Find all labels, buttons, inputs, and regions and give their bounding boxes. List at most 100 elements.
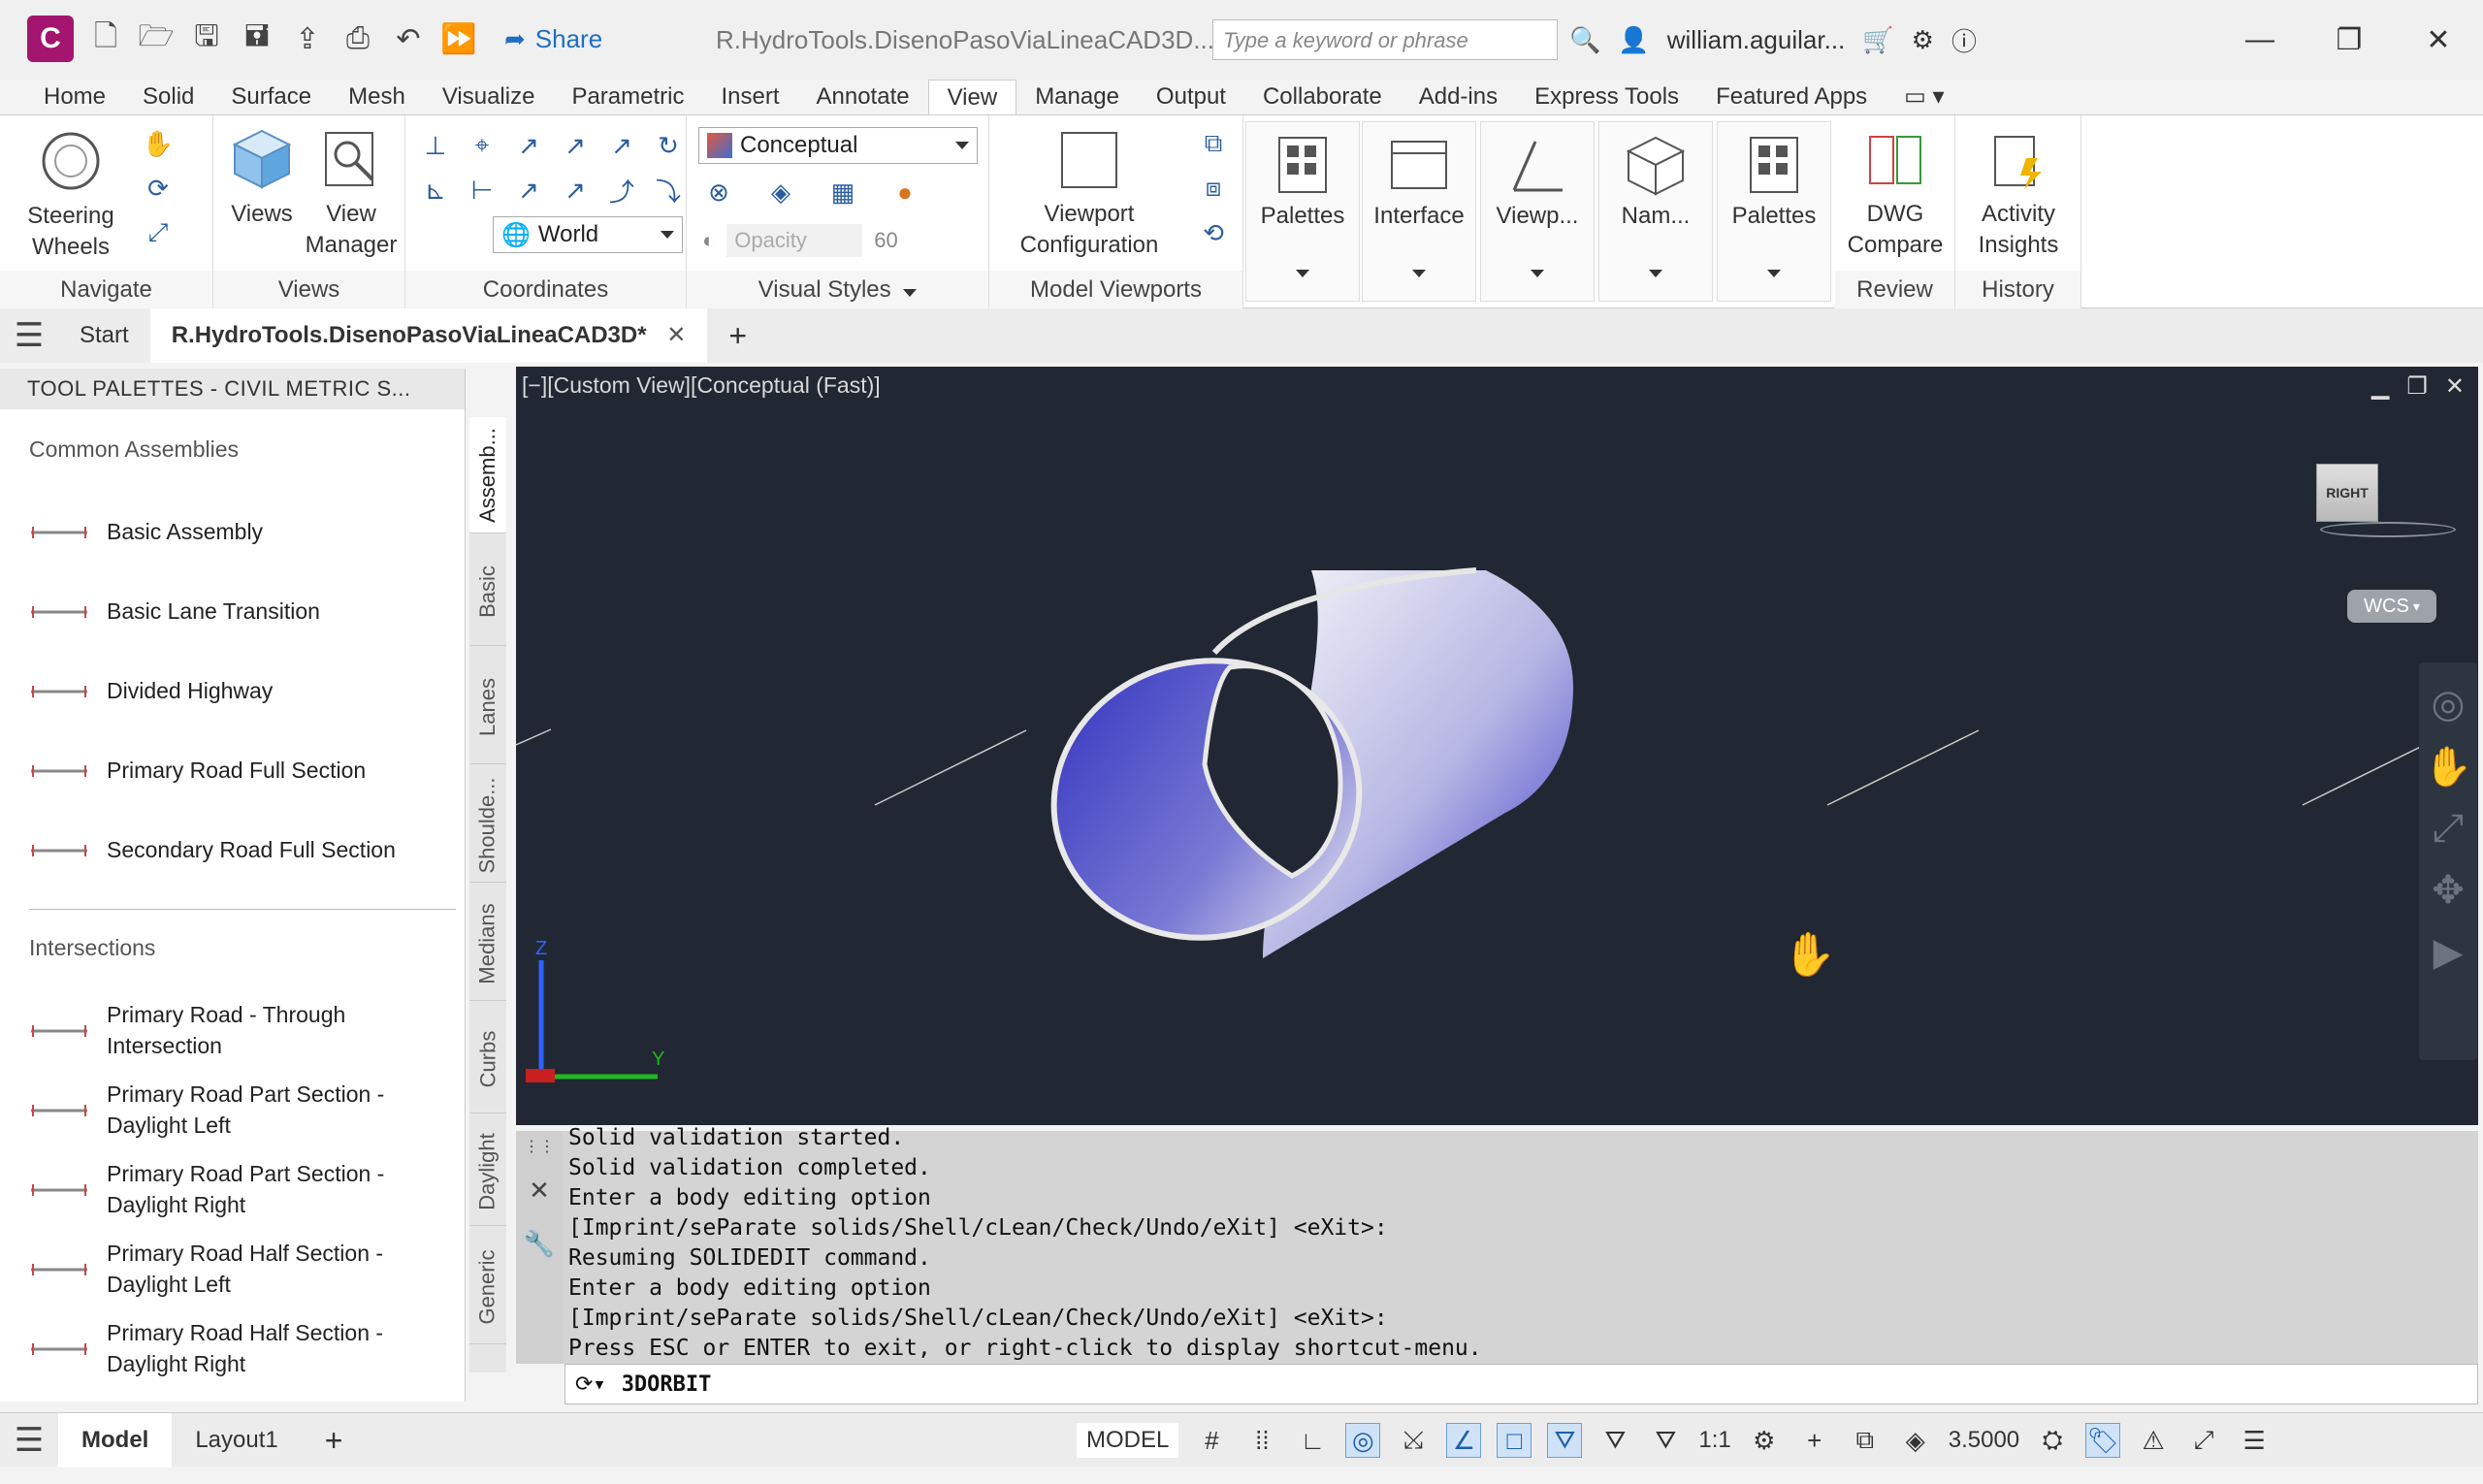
close-tab-icon[interactable]: ✕	[666, 322, 686, 348]
palette-tool-item[interactable]: Divided Highway	[29, 651, 456, 730]
orbit-icon[interactable]: ⟳	[142, 172, 175, 205]
ribbon-tab-featured-apps[interactable]: Featured Apps	[1697, 80, 1886, 114]
xray-icon[interactable]: ⊗	[702, 176, 735, 209]
redo-icon[interactable]: ⏩	[440, 20, 477, 57]
ribbon-tab-solid[interactable]: Solid	[124, 80, 212, 114]
edge-effects-icon[interactable]: ▦	[826, 176, 859, 209]
ribbon-tab-manage[interactable]: Manage	[1016, 80, 1138, 114]
hamburger-menu-icon[interactable]: ☰	[0, 316, 58, 355]
restore-viewports-icon[interactable]: ⟲	[1197, 216, 1230, 249]
new-layout-plus-icon[interactable]: +	[302, 1413, 367, 1468]
autodesk-app-icon[interactable]: ⚙	[1912, 25, 1934, 55]
palette-tool-item[interactable]: Primary Road Part Section - Daylight Lef…	[29, 1070, 456, 1149]
palette-tool-item[interactable]: Secondary Road Full Section	[29, 810, 456, 889]
scale-dropdown[interactable]: 1:1	[1698, 1427, 1730, 1454]
palette-tool-item[interactable]: Primary Road Full Section	[29, 730, 456, 810]
ucs-previous-icon[interactable]: ⤴	[605, 174, 638, 207]
drawing-tab[interactable]: R.HydroTools.DisenoPasoViaLineaCAD3D* ✕	[149, 308, 708, 363]
ribbon-tab-output[interactable]: Output	[1138, 80, 1244, 114]
save-as-icon[interactable]: 🖬	[239, 20, 275, 57]
palette-tab-medians[interactable]: Medians	[469, 887, 506, 1001]
named-viewports-icon[interactable]: ⧉	[1197, 127, 1230, 160]
model-space-toggle[interactable]: MODEL	[1077, 1423, 1179, 1458]
ucs-x-icon[interactable]: ↗	[512, 129, 545, 162]
orbit-nav-icon[interactable]: ✥	[2419, 868, 2477, 913]
close-icon[interactable]: ✕	[2394, 10, 2483, 70]
viewcube[interactable]: RIGHT	[2316, 464, 2378, 522]
zoom-extents-icon[interactable]: ⤢	[142, 216, 175, 249]
ucs-object-icon[interactable]: ⊾	[419, 174, 452, 207]
layouts-menu-icon[interactable]: ☰	[0, 1421, 58, 1460]
showmotion-nav-icon[interactable]: ▶	[2419, 930, 2477, 975]
ribbon-tab-collaborate[interactable]: Collaborate	[1244, 80, 1401, 114]
grid-icon[interactable]: #	[1194, 1423, 1229, 1458]
restore-icon[interactable]: ❐	[2305, 10, 2394, 70]
ucs-y-icon[interactable]: ↗	[559, 129, 592, 162]
ortho-icon[interactable]: ∟	[1295, 1423, 1330, 1458]
palette-tab-daylight[interactable]: Daylight	[469, 1117, 506, 1226]
ribbon-tab-home[interactable]: Home	[25, 80, 124, 114]
isodraft-icon[interactable]: ⤩	[1396, 1423, 1431, 1458]
ribbon-tab-insert[interactable]: Insert	[702, 80, 797, 114]
dwg-compare-button[interactable]: DWG Compare	[1839, 129, 1951, 261]
opacity-control[interactable]: ◐ Opacity 60	[702, 224, 898, 257]
isolate-objects-icon[interactable]: ⚠	[2136, 1423, 2171, 1458]
object-snap-icon[interactable]: □	[1497, 1423, 1532, 1458]
ucs-origin-icon[interactable]: ⌖	[466, 129, 499, 162]
palette-tool-item[interactable]: Primary Road Half Section - Daylight Rig…	[29, 1308, 456, 1388]
annotation-value[interactable]: 3.5000	[1949, 1427, 2019, 1454]
ribbon-tab-add-ins[interactable]: Add-ins	[1401, 80, 1516, 114]
ucs-face-icon[interactable]: ⊢	[466, 174, 499, 207]
palette-tool-item[interactable]: Primary Road Half Section - Daylight Lef…	[29, 1229, 456, 1308]
material-sphere-icon[interactable]: ●	[888, 176, 921, 209]
ucs-world-dropdown[interactable]: 🌐 World	[493, 216, 683, 253]
zoom-nav-icon[interactable]: ⤢	[2419, 807, 2477, 851]
polar-tracking-icon[interactable]: ◎	[1345, 1423, 1381, 1458]
steering-wheels-button[interactable]: Steering Wheels	[17, 129, 124, 263]
model-viewport[interactable]: [−][Custom View][Conceptual (Fast)] ▁ ❐ …	[516, 367, 2478, 1125]
units-icon[interactable]: ⧉	[1848, 1423, 1883, 1458]
model-layout-tab[interactable]: Model	[58, 1412, 173, 1468]
search-icon[interactable]: 🔍	[1569, 25, 1600, 55]
views-button[interactable]: Views	[223, 127, 301, 230]
command-prompt-icon[interactable]: ⟳▾	[575, 1372, 606, 1397]
command-input[interactable]: ⟳▾ 3DORBIT	[564, 1364, 2478, 1404]
grip-icon[interactable]: ⋮⋮	[516, 1137, 563, 1156]
view-manager-button[interactable]: View Manager	[303, 129, 400, 261]
new-file-icon[interactable]: 🗋	[87, 20, 124, 57]
ribbon-tab-visualize[interactable]: Visualize	[424, 80, 554, 114]
palette-tab-lanes[interactable]: Lanes	[469, 650, 506, 764]
palette-tab-assemb[interactable]: Assemb...	[469, 417, 506, 533]
palette-tool-item[interactable]: Primary Road - Through Intersection	[29, 990, 456, 1070]
help-search-input[interactable]: Type a keyword or phrase	[1212, 19, 1558, 60]
activity-insights-button[interactable]: Activity Insights	[1959, 129, 2078, 261]
start-tab[interactable]: Start	[58, 308, 150, 363]
customization-icon[interactable]: ☰	[2237, 1423, 2272, 1458]
save-icon[interactable]: 🖫	[188, 20, 225, 57]
cart-icon[interactable]: 🛒	[1862, 25, 1893, 55]
ribbon-tab-parametric[interactable]: Parametric	[553, 80, 702, 114]
ribbon-options-icon[interactable]: ▭ ▾	[1886, 80, 1962, 114]
pan-nav-icon[interactable]: ✋	[2419, 744, 2477, 790]
share-button[interactable]: ➦ Share	[504, 24, 602, 54]
palette-tab-shoulde[interactable]: Shoulde...	[469, 768, 506, 883]
ucs-z-icon[interactable]: ↗	[605, 129, 638, 162]
pan-icon[interactable]: ✋	[142, 127, 175, 160]
named-views-button[interactable]: Nam...	[1598, 121, 1713, 302]
annotation-scale-icon[interactable]: ⛛	[1648, 1423, 1683, 1458]
visual-style-dropdown[interactable]: Conceptual	[698, 127, 978, 164]
app-logo[interactable]: C	[27, 16, 74, 62]
palette-tab-basic[interactable]: Basic	[469, 537, 506, 646]
print-icon[interactable]: ⎙	[339, 20, 376, 57]
user-account-menu[interactable]: william.aguilar...	[1667, 25, 1846, 55]
ribbon-tab-mesh[interactable]: Mesh	[330, 80, 424, 114]
fullscreen-icon[interactable]: ⤢	[2186, 1423, 2221, 1458]
palette-tool-item[interactable]: Basic Lane Transition	[29, 571, 456, 651]
workspace-gear-icon[interactable]: ⚙	[1747, 1423, 1782, 1458]
ucs-icon[interactable]: ⊥	[419, 129, 452, 162]
ucs-3point-icon[interactable]: ↻	[652, 129, 685, 162]
new-tab-plus-icon[interactable]: +	[707, 308, 768, 363]
quick-properties-icon[interactable]: ⛭	[2035, 1423, 2070, 1458]
tool-palette-title[interactable]: TOOL PALETTES - CIVIL METRIC S...	[0, 369, 465, 409]
viewports-button[interactable]: Viewp...	[1480, 121, 1595, 302]
